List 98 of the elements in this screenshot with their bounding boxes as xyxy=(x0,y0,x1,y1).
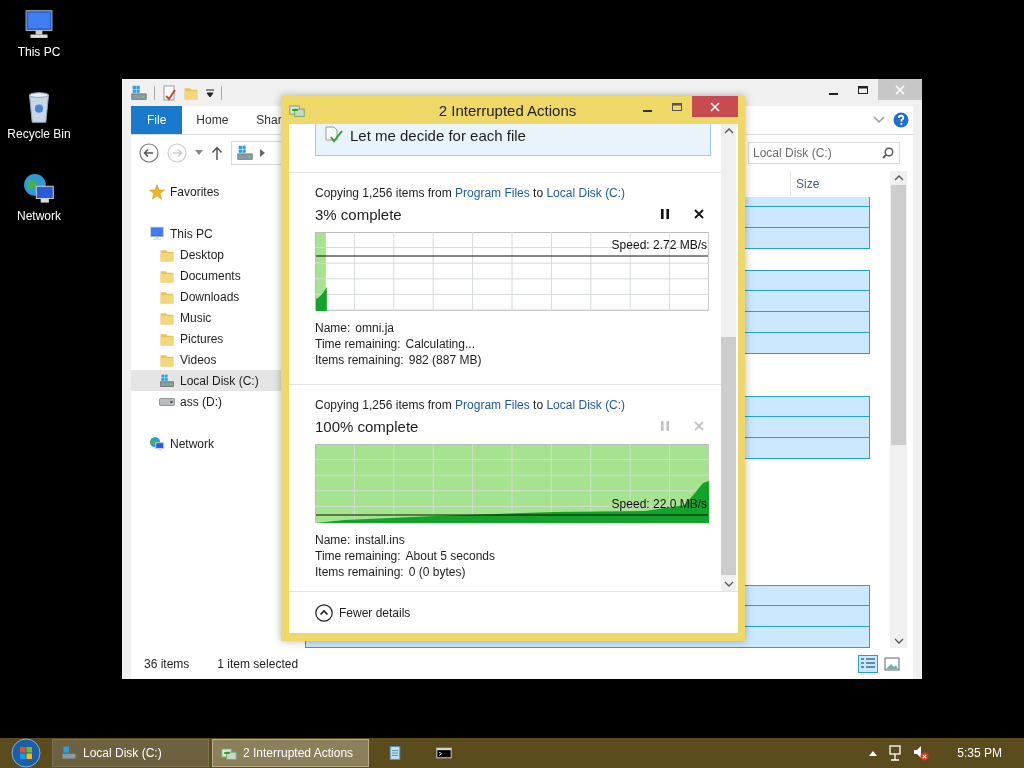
ribbon-tab[interactable]: Shar xyxy=(242,106,282,134)
detail-value: About 5 seconds xyxy=(405,548,495,564)
network-icon[interactable] xyxy=(22,172,56,206)
network-icon[interactable] xyxy=(887,745,904,761)
nav-item[interactable]: Desktop xyxy=(131,244,281,265)
chevron-up-icon[interactable] xyxy=(869,750,878,756)
detail-value: 982 (887 MB) xyxy=(408,352,482,368)
fewer-details-button[interactable]: Fewer details xyxy=(315,603,411,622)
drive-icon xyxy=(130,83,148,102)
scrollbar[interactable] xyxy=(890,171,907,648)
source-link[interactable]: Program Files xyxy=(455,186,530,200)
document-check-icon xyxy=(324,126,344,144)
nav-item[interactable]: Documents xyxy=(131,265,281,286)
nav-item[interactable]: Downloads xyxy=(131,286,281,307)
nav-item[interactable]: ass (D:) xyxy=(131,391,281,412)
help-icon[interactable] xyxy=(893,112,909,128)
drive-icon xyxy=(159,372,175,389)
detail-label: Items remaining: xyxy=(315,564,404,580)
large-icons-button[interactable] xyxy=(882,654,902,673)
network-icon xyxy=(149,435,165,452)
detail-label: Items remaining: xyxy=(315,352,404,368)
speed-area xyxy=(316,287,327,311)
item-count: 36 items xyxy=(144,656,190,671)
selection-count: 1 item selected xyxy=(217,656,299,671)
start-orb-icon xyxy=(11,738,41,768)
speed-label: Speed: 2.72 MB/s xyxy=(611,238,707,252)
speed-label: Speed: 22.0 MB/s xyxy=(611,497,707,511)
scroll-down-icon xyxy=(723,581,734,587)
desktop-icon-label[interactable]: Network xyxy=(17,209,61,223)
search-icon xyxy=(882,147,894,159)
close-icon xyxy=(694,209,704,219)
search-field[interactable]: Local Disk (C:) xyxy=(748,142,900,164)
source-link[interactable]: Program Files xyxy=(455,398,530,412)
detail-label: Time remaining: xyxy=(315,336,401,352)
column-header[interactable]: Size xyxy=(790,171,870,196)
drive-icon xyxy=(236,144,254,162)
detail-label: Name: xyxy=(315,320,351,336)
nav-item[interactable]: Pictures xyxy=(131,328,281,349)
scrollbar[interactable] xyxy=(721,124,736,591)
chevron-icon[interactable] xyxy=(873,116,885,124)
decide-option[interactable]: Let me decide for each file xyxy=(315,124,711,156)
close-icon xyxy=(694,421,704,431)
percent-complete: 3% complete xyxy=(315,205,402,223)
nav-item[interactable]: Favorites xyxy=(131,181,281,202)
detail-value: omni.ja xyxy=(355,320,395,336)
detail-label: Time remaining: xyxy=(315,548,401,564)
list-icon xyxy=(860,656,876,671)
scroll-up-icon xyxy=(893,175,904,181)
details-view-button[interactable] xyxy=(858,654,878,673)
detail-label: Name: xyxy=(315,532,351,548)
ribbon-tab[interactable]: Home xyxy=(182,106,243,134)
detail-value: Calculating... xyxy=(405,336,475,352)
taskbar-button[interactable]: 2 Interrupted Actions xyxy=(212,739,369,767)
properties-icon[interactable] xyxy=(161,84,177,101)
desktop-icon-label[interactable]: Recycle Bin xyxy=(7,127,71,141)
pause-icon xyxy=(661,421,669,431)
close-icon xyxy=(894,83,906,96)
chevron-icon xyxy=(260,149,266,157)
copy-summary: Copying 1,256 items from Program Files to Local Disk (C:) xyxy=(315,397,626,413)
muted-speaker-icon[interactable] xyxy=(913,745,930,761)
minimize-icon xyxy=(642,109,652,112)
drive-icon xyxy=(159,397,175,406)
star-icon xyxy=(149,183,165,200)
copy-files-icon xyxy=(221,745,237,761)
taskbar-button[interactable]: Local Disk (C:) xyxy=(52,739,209,767)
window-title: 2 Interrupted Actions xyxy=(438,101,577,119)
nav-item[interactable]: Local Disk (C:) xyxy=(131,370,281,391)
destination-link[interactable]: Local Disk (C:) xyxy=(546,186,626,200)
scroll-up-icon xyxy=(723,128,734,134)
maximize-icon xyxy=(671,100,683,113)
maximize-icon xyxy=(857,83,869,96)
drive-icon xyxy=(61,745,77,761)
copy-files-icon xyxy=(289,102,305,118)
detail-value: 0 (0 bytes) xyxy=(408,564,466,580)
close-icon xyxy=(709,100,721,113)
detail-value: install.ins xyxy=(355,532,405,548)
notepad-icon xyxy=(387,745,403,761)
clock[interactable]: 5:35 PM xyxy=(957,746,1002,760)
percent-complete: 100% complete xyxy=(315,417,419,435)
back-icon[interactable] xyxy=(139,143,159,163)
terminal-icon xyxy=(436,745,452,761)
close-button[interactable] xyxy=(692,96,738,117)
collapse-icon xyxy=(315,603,333,622)
up-arrow-icon[interactable] xyxy=(211,146,223,160)
nav-item[interactable]: This PC xyxy=(131,223,281,244)
computer-icon xyxy=(149,225,165,242)
image-icon xyxy=(884,656,900,671)
nav-item[interactable]: Network xyxy=(131,433,281,454)
dropdown-icon[interactable] xyxy=(205,87,215,98)
nav-item[interactable]: Videos xyxy=(131,349,281,370)
ribbon-tab[interactable]: File xyxy=(131,106,183,134)
desktop-icon-label[interactable]: This PC xyxy=(17,45,61,59)
copy-summary: Copying 1,256 items from Program Files to Local Disk (C:) xyxy=(315,185,626,201)
scroll-down-icon xyxy=(893,638,904,644)
destination-link[interactable]: Local Disk (C:) xyxy=(546,398,626,412)
nav-item[interactable]: Music xyxy=(131,307,281,328)
pause-icon xyxy=(661,209,669,219)
minimize-icon xyxy=(828,92,838,95)
